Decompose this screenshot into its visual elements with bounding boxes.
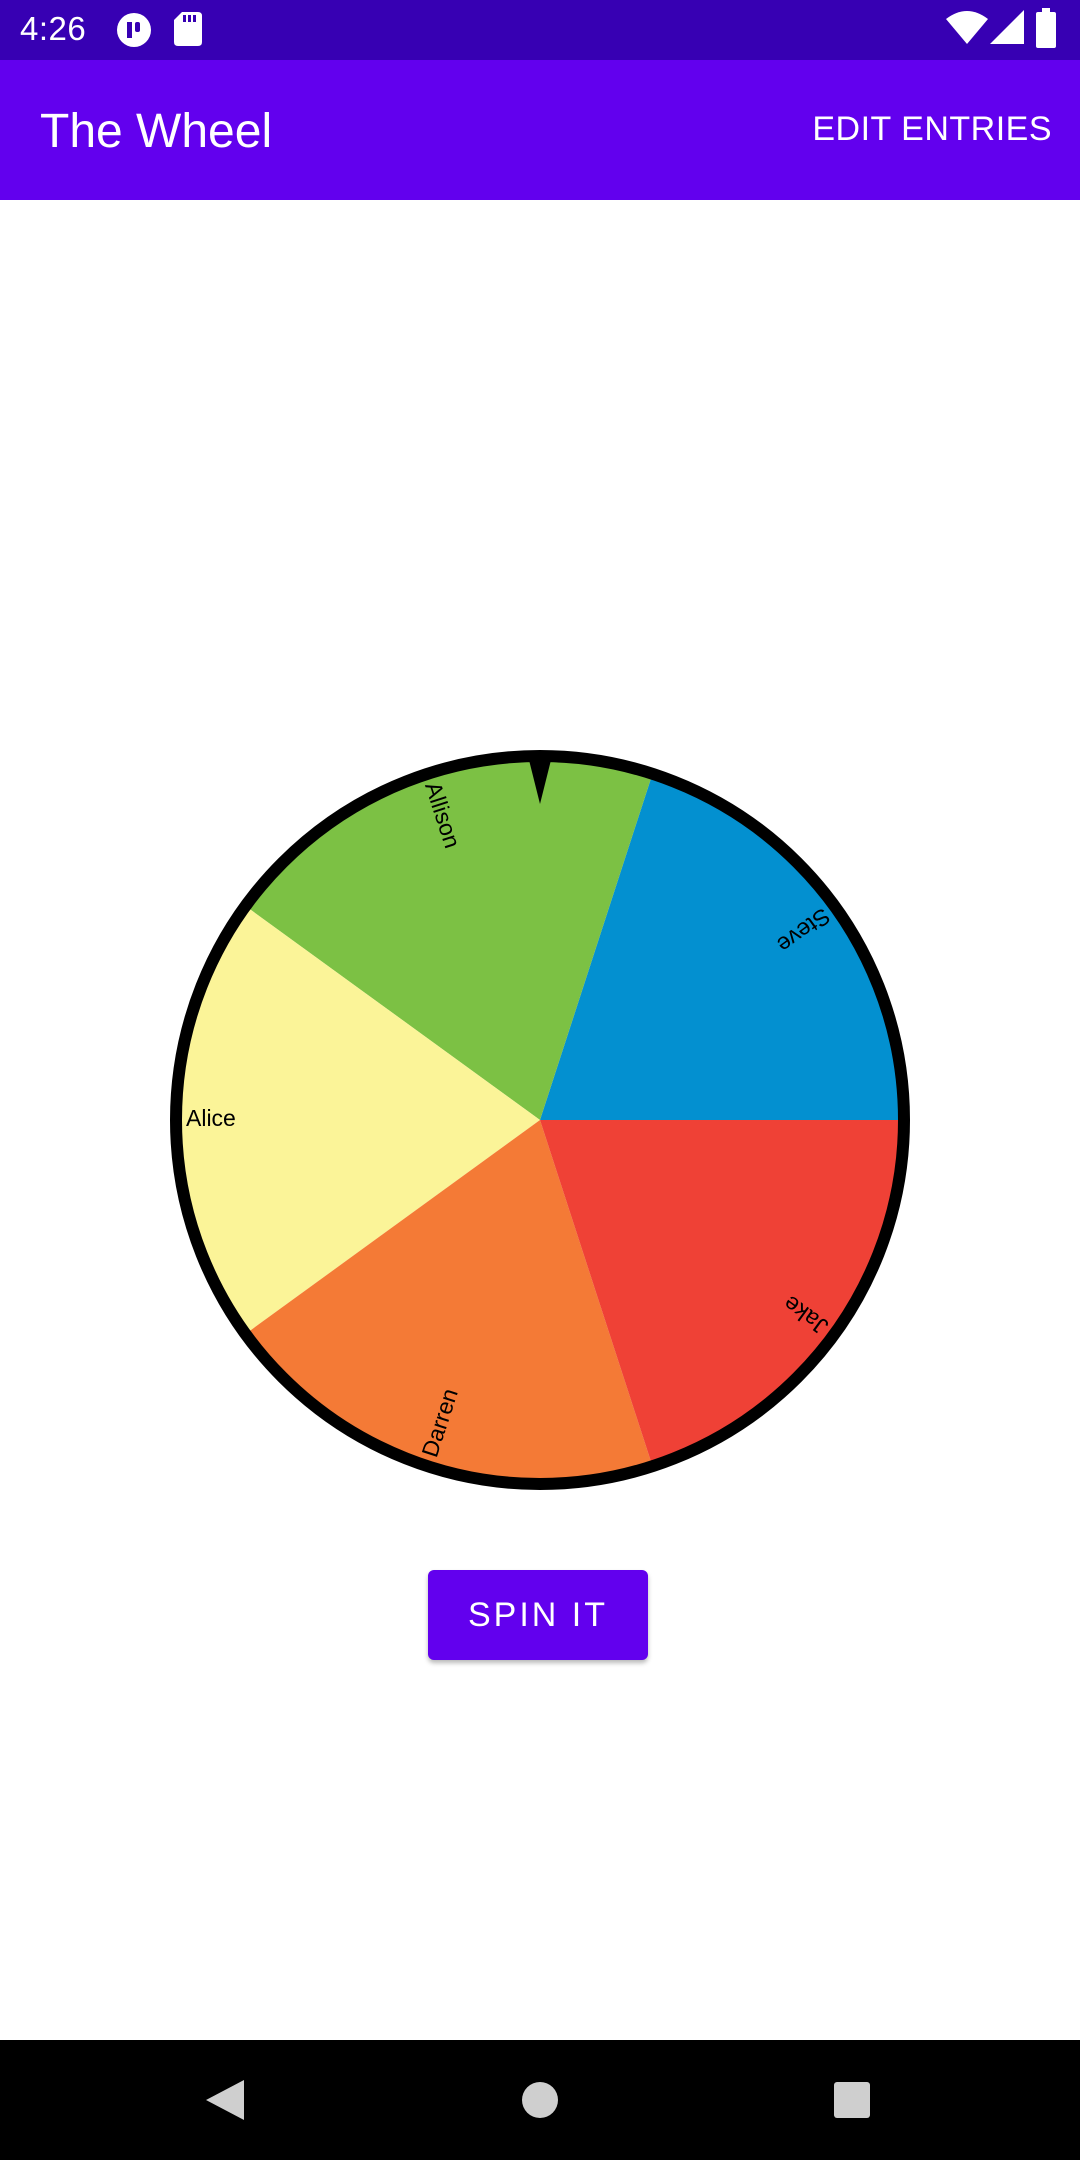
recents-button[interactable]	[792, 2040, 912, 2160]
status-time: 4:26	[20, 10, 87, 47]
navigation-bar	[0, 2040, 1080, 2160]
signal-icon	[990, 10, 1024, 51]
recents-icon	[834, 2082, 870, 2118]
sd-card-icon	[174, 12, 202, 51]
back-icon	[206, 2080, 244, 2120]
battery-icon	[1036, 8, 1056, 53]
back-button[interactable]	[166, 2040, 286, 2160]
wifi-icon	[946, 10, 988, 51]
home-button[interactable]	[480, 2040, 600, 2160]
wheel-graphic: SteveAllisonAliceDarrenJake	[170, 750, 910, 1490]
wheel-label-alice: Alice	[186, 1105, 236, 1131]
notification-app-icon	[116, 12, 152, 53]
spin-it-button[interactable]: SPIN IT	[428, 1570, 648, 1660]
app-bar: The Wheel EDIT ENTRIES	[0, 60, 1080, 200]
edit-entries-button[interactable]: EDIT ENTRIES	[812, 110, 1052, 149]
app-title: The Wheel	[40, 105, 273, 158]
home-icon	[522, 2082, 558, 2118]
status-bar: 4:26	[0, 0, 1080, 60]
wheel[interactable]: Steve Allison Alice Darren Jake	[162, 742, 918, 1498]
